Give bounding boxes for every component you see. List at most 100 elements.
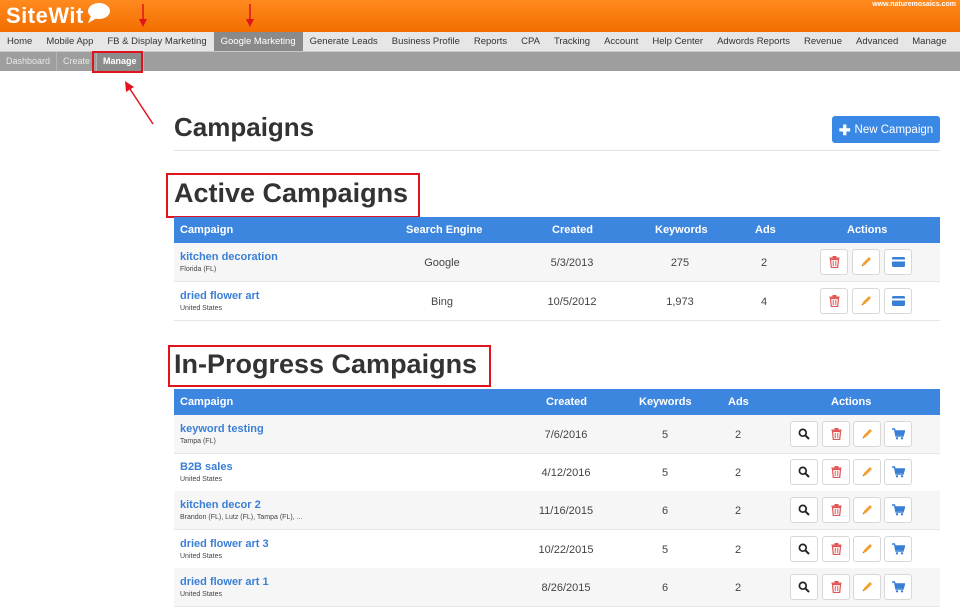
col-actions: Actions (847, 224, 888, 236)
checkout-button[interactable] (884, 574, 912, 600)
campaign-name-link[interactable]: keyword testing (180, 423, 264, 435)
edit-button[interactable] (853, 497, 881, 523)
search-engine: Bing (430, 296, 454, 308)
view-keywords-button[interactable] (790, 459, 818, 485)
ads-count: 2 (734, 467, 742, 479)
annotation-arrow-google (246, 4, 254, 27)
delete-button[interactable] (822, 574, 850, 600)
trash-icon (829, 256, 839, 268)
keywords-count: 6 (661, 505, 669, 517)
trash-icon (831, 428, 841, 440)
created-date: 5/3/2013 (550, 257, 594, 269)
view-keywords-button[interactable] (790, 421, 818, 447)
nav-help-center[interactable]: Help Center (645, 32, 710, 51)
created-date: 10/5/2012 (547, 296, 597, 308)
edit-button[interactable] (853, 459, 881, 485)
campaign-location: United States (180, 476, 223, 483)
search-icon (798, 428, 810, 440)
nav-reports[interactable]: Reports (467, 32, 514, 51)
new-campaign-label: New Campaign (854, 123, 934, 136)
nav-business-profile[interactable]: Business Profile (385, 32, 467, 51)
checkout-button[interactable] (884, 497, 912, 523)
col-ads: Ads (728, 396, 749, 408)
ads-count: 2 (734, 544, 742, 556)
trash-icon (831, 504, 841, 516)
search-icon (798, 543, 810, 555)
delete-button[interactable] (822, 497, 850, 523)
edit-button[interactable] (852, 249, 880, 275)
created-date: 4/12/2016 (541, 467, 591, 479)
campaign-name-link[interactable]: dried flower art (180, 290, 259, 302)
ads-count: 2 (760, 257, 768, 269)
sitewit-logo[interactable]: SiteWit (6, 3, 84, 29)
created-date: 8/26/2015 (541, 582, 591, 594)
nav-revenue[interactable]: Revenue (797, 32, 849, 51)
cart-icon (891, 428, 905, 440)
campaign-name-link[interactable]: kitchen decor 2 (180, 499, 261, 511)
view-keywords-button[interactable] (790, 497, 818, 523)
view-keywords-button[interactable] (790, 536, 818, 562)
checkout-button[interactable] (884, 421, 912, 447)
campaign-location: United States (180, 591, 223, 598)
checkout-button[interactable] (884, 536, 912, 562)
created-date: 11/16/2015 (538, 505, 594, 517)
col-search-engine: Search Engine (406, 224, 483, 236)
campaign-location: Florida (FL) (180, 266, 217, 273)
delete-button[interactable] (822, 459, 850, 485)
campaign-name-link[interactable]: dried flower art 1 (180, 576, 269, 588)
campaign-location: Brandon (FL), Lutz (FL), Tampa (FL), ... (180, 514, 303, 521)
nav-adwords-reports[interactable]: Adwords Reports (710, 32, 797, 51)
nav-fb-display-marketing[interactable]: FB & Display Marketing (100, 32, 213, 51)
campaign-name-link[interactable]: B2B sales (180, 461, 233, 473)
edit-button[interactable] (853, 536, 881, 562)
nav-cpa[interactable]: CPA (514, 32, 547, 51)
ads-count: 2 (734, 582, 742, 594)
nav-generate-leads[interactable]: Generate Leads (303, 32, 385, 51)
nav-advanced[interactable]: Advanced (849, 32, 905, 51)
keywords-count: 5 (661, 429, 669, 441)
nav-search-button[interactable] (954, 32, 960, 51)
delete-button[interactable] (822, 536, 850, 562)
plus-icon: ✚ (838, 121, 851, 138)
in-progress-campaigns-heading: In-Progress Campaigns (174, 349, 478, 379)
billing-button[interactable] (884, 249, 912, 275)
trash-icon (831, 543, 841, 555)
subnav-dashboard[interactable]: Dashboard (0, 52, 58, 71)
table-row: keyword testing Tampa (FL) 7/6/2016 5 2 (174, 415, 940, 454)
site-url[interactable]: www.naturemosaics.com (872, 1, 956, 8)
edit-button[interactable] (853, 574, 881, 600)
nav-mobile-app[interactable]: Mobile App (39, 32, 100, 51)
trash-icon (829, 295, 839, 307)
view-keywords-button[interactable] (790, 574, 818, 600)
nav-google-marketing[interactable]: Google Marketing (213, 32, 303, 51)
keywords-count: 6 (661, 582, 669, 594)
nav-home[interactable]: Home (0, 32, 39, 51)
edit-button[interactable] (852, 288, 880, 314)
delete-button[interactable] (820, 288, 848, 314)
delete-button[interactable] (820, 249, 848, 275)
table-row: kitchen decoration Florida (FL) Google 5… (174, 243, 940, 282)
col-keywords: Keywords (639, 396, 692, 408)
nav-account[interactable]: Account (597, 32, 645, 51)
nav-tracking[interactable]: Tracking (547, 32, 597, 51)
campaign-location: United States (180, 305, 223, 312)
cart-icon (891, 543, 905, 555)
search-icon (798, 504, 810, 516)
keywords-count: 275 (670, 257, 690, 269)
pencil-icon (862, 582, 872, 592)
new-campaign-button[interactable]: ✚ New Campaign (832, 116, 940, 143)
edit-button[interactable] (853, 421, 881, 447)
main-nav: Home Mobile App FB & Display Marketing G… (0, 32, 960, 52)
col-campaign: Campaign (180, 224, 234, 236)
delete-button[interactable] (822, 421, 850, 447)
campaign-location: Tampa (FL) (180, 438, 216, 445)
billing-button[interactable] (884, 288, 912, 314)
nav-manage[interactable]: Manage (905, 32, 953, 51)
table-row: dried flower art United States Bing 10/5… (174, 282, 940, 321)
checkout-button[interactable] (884, 459, 912, 485)
ads-count: 2 (734, 429, 742, 441)
campaign-name-link[interactable]: dried flower art 3 (180, 538, 269, 550)
cart-icon (891, 581, 905, 593)
sub-nav: Dashboard Create Manage (0, 52, 960, 71)
campaign-name-link[interactable]: kitchen decoration (180, 251, 278, 263)
